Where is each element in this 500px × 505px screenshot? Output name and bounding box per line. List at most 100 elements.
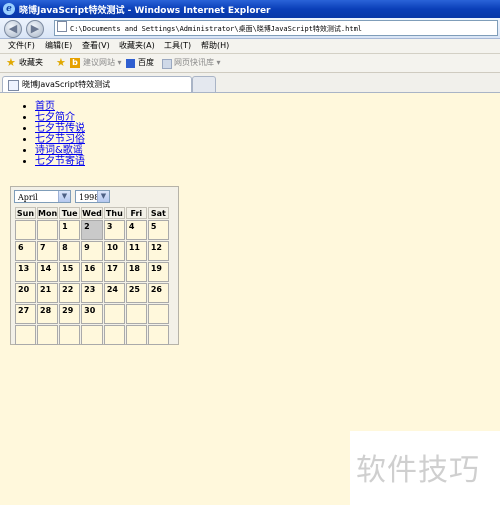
calendar-week-row: 12345 xyxy=(15,220,169,240)
calendar-day[interactable]: 25 xyxy=(125,283,147,303)
calendar-empty-cell xyxy=(125,304,147,324)
page-icon xyxy=(8,80,19,91)
menu-edit[interactable]: 编辑(E) xyxy=(45,40,72,52)
favorites-star-icon: ★ xyxy=(6,56,16,69)
web-slice-icon xyxy=(162,59,172,69)
year-select[interactable]: 1998 ▼ xyxy=(75,190,110,203)
page-icon xyxy=(57,21,67,32)
menu-tools[interactable]: 工具(T) xyxy=(164,40,191,52)
menu-favorites[interactable]: 收藏夹(A) xyxy=(119,40,155,52)
weekday-header: Wed xyxy=(81,207,103,219)
calendar-day[interactable]: 11 xyxy=(125,241,147,261)
calendar-day[interactable]: 2 xyxy=(81,220,103,240)
calendar-week-row: 20 21 22 23 24 25 26 xyxy=(15,283,169,303)
calendar-day[interactable]: 4 xyxy=(125,220,147,240)
month-value: April xyxy=(18,193,38,202)
list-item: 首页 xyxy=(35,101,85,112)
calendar-empty-cell xyxy=(37,325,59,345)
nav-link-customs[interactable]: 七夕节习俗 xyxy=(35,134,85,145)
calendar-day[interactable]: 15 xyxy=(59,262,81,282)
baidu-link[interactable]: 百度 xyxy=(138,57,154,69)
list-item: 七夕节传说 xyxy=(35,123,85,134)
calendar-day[interactable]: 16 xyxy=(81,262,103,282)
calendar-day[interactable]: 30 xyxy=(81,304,103,324)
calendar-day[interactable]: 18 xyxy=(125,262,147,282)
forward-icon[interactable]: ▶ xyxy=(26,20,44,38)
calendar-day[interactable]: 27 xyxy=(15,304,36,324)
weekday-header: Thu xyxy=(103,207,125,219)
nav-link-messages[interactable]: 七夕节寄语 xyxy=(35,156,85,167)
window-title: 晓博JavaScript特效测试 - Windows Internet Expl… xyxy=(19,5,271,16)
window-titlebar[interactable]: e 晓博JavaScript特效测试 - Windows Internet Ex… xyxy=(0,0,500,18)
nav-link-poems[interactable]: 诗词&歌谣 xyxy=(35,145,83,156)
calendar-day[interactable]: 21 xyxy=(37,283,59,303)
calendar-day[interactable]: 10 xyxy=(103,241,125,261)
menu-view[interactable]: 查看(V) xyxy=(82,40,110,52)
menu-help[interactable]: 帮助(H) xyxy=(201,40,229,52)
calendar-week-row: 6 7 8 9 10 11 12 xyxy=(15,241,169,261)
list-item: 七夕简介 xyxy=(35,112,85,123)
calendar-week-row: 13 14 15 16 17 18 19 xyxy=(15,262,169,282)
calendar-widget: April ▼ 1998 ▼ Sun Mon Tue Wed Thu Fri Sat 123… xyxy=(10,186,179,345)
weekday-row: Sun Mon Tue Wed Thu Fri Sat xyxy=(15,207,169,219)
calendar-empty-cell xyxy=(103,304,125,324)
back-icon[interactable]: ◀ xyxy=(4,20,22,38)
calendar-day[interactable]: 23 xyxy=(81,283,103,303)
calendar-empty-cell xyxy=(37,220,59,240)
weekday-header: Mon xyxy=(37,207,59,219)
watermark: 软件技巧 xyxy=(350,431,500,505)
calendar-day[interactable]: 19 xyxy=(147,262,169,282)
calendar-day[interactable]: 12 xyxy=(147,241,169,261)
calendar-day[interactable]: 7 xyxy=(37,241,59,261)
calendar-empty-cell xyxy=(147,304,169,324)
weekday-header: Sat xyxy=(147,207,169,219)
calendar-day[interactable]: 14 xyxy=(37,262,59,282)
calendar-day[interactable]: 3 xyxy=(103,220,125,240)
calendar-day[interactable]: 9 xyxy=(81,241,103,261)
calendar-empty-cell xyxy=(125,325,147,345)
weekday-header: Tue xyxy=(59,207,81,219)
calendar-day[interactable]: 20 xyxy=(15,283,36,303)
calendar-grid: Sun Mon Tue Wed Thu Fri Sat 1 2 3 4 5 6 7 8 9 10 11 12 13 1… xyxy=(14,206,170,346)
add-favorite-icon[interactable]: ★ xyxy=(56,57,66,69)
new-tab-button[interactable] xyxy=(192,76,216,92)
calendar-day[interactable]: 24 xyxy=(103,283,125,303)
calendar-empty-cell xyxy=(103,325,125,345)
nav-link-legend[interactable]: 七夕节传说 xyxy=(35,123,85,134)
nav-link-intro[interactable]: 七夕简介 xyxy=(35,112,75,123)
list-item: 诗词&歌谣 xyxy=(35,145,85,156)
address-input[interactable]: C:\Documents and Settings\Administrator\… xyxy=(54,20,498,36)
calendar-week-row xyxy=(15,325,169,345)
chevron-down-icon[interactable]: ▼ xyxy=(97,191,109,202)
suggested-sites-button[interactable]: 建议网站 ▾ xyxy=(83,57,122,69)
calendar-empty-cell xyxy=(15,325,36,345)
calendar-day[interactable]: 8 xyxy=(59,241,81,261)
month-select[interactable]: April ▼ xyxy=(14,190,71,203)
nav-list: 首页 七夕简介 七夕节传说 七夕节习俗 诗词&歌谣 七夕节寄语 xyxy=(11,101,85,167)
calendar-day[interactable]: 28 xyxy=(37,304,59,324)
calendar-day[interactable]: 29 xyxy=(59,304,81,324)
favorites-bar: ★ 收藏夹 ★ b 建议网站 ▾ 百度 网页快讯库 ▾ xyxy=(0,54,500,73)
nav-link-home[interactable]: 首页 xyxy=(35,101,55,112)
address-text: C:\Documents and Settings\Administrator\… xyxy=(70,25,363,33)
calendar-day[interactable]: 13 xyxy=(15,262,36,282)
tab-label: 晓博JavaScript特效测试 xyxy=(22,80,111,89)
calendar-day[interactable]: 17 xyxy=(103,262,125,282)
calendar-day[interactable]: 6 xyxy=(15,241,36,261)
chevron-down-icon[interactable]: ▼ xyxy=(58,191,70,202)
suggested-sites-icon: b xyxy=(70,58,80,68)
calendar-day[interactable]: 26 xyxy=(147,283,169,303)
weekday-header: Sun xyxy=(15,207,36,219)
tab-active[interactable]: 晓博JavaScript特效测试 xyxy=(2,76,192,92)
web-slice-gallery-button[interactable]: 网页快讯库 ▾ xyxy=(174,57,221,69)
menu-file[interactable]: 文件(F) xyxy=(8,40,35,52)
calendar-day[interactable]: 5 xyxy=(147,220,169,240)
list-item: 七夕节寄语 xyxy=(35,156,85,167)
calendar-week-row: 27 28 29 30 xyxy=(15,304,169,324)
favorites-button[interactable]: 收藏夹 xyxy=(19,57,43,69)
watermark-text: 软件技巧 xyxy=(356,453,480,488)
menu-bar: 文件(F) 编辑(E) 查看(V) 收藏夹(A) 工具(T) 帮助(H) xyxy=(0,39,500,54)
weekday-header: Fri xyxy=(125,207,147,219)
calendar-day[interactable]: 1 xyxy=(59,220,81,240)
calendar-day[interactable]: 22 xyxy=(59,283,81,303)
